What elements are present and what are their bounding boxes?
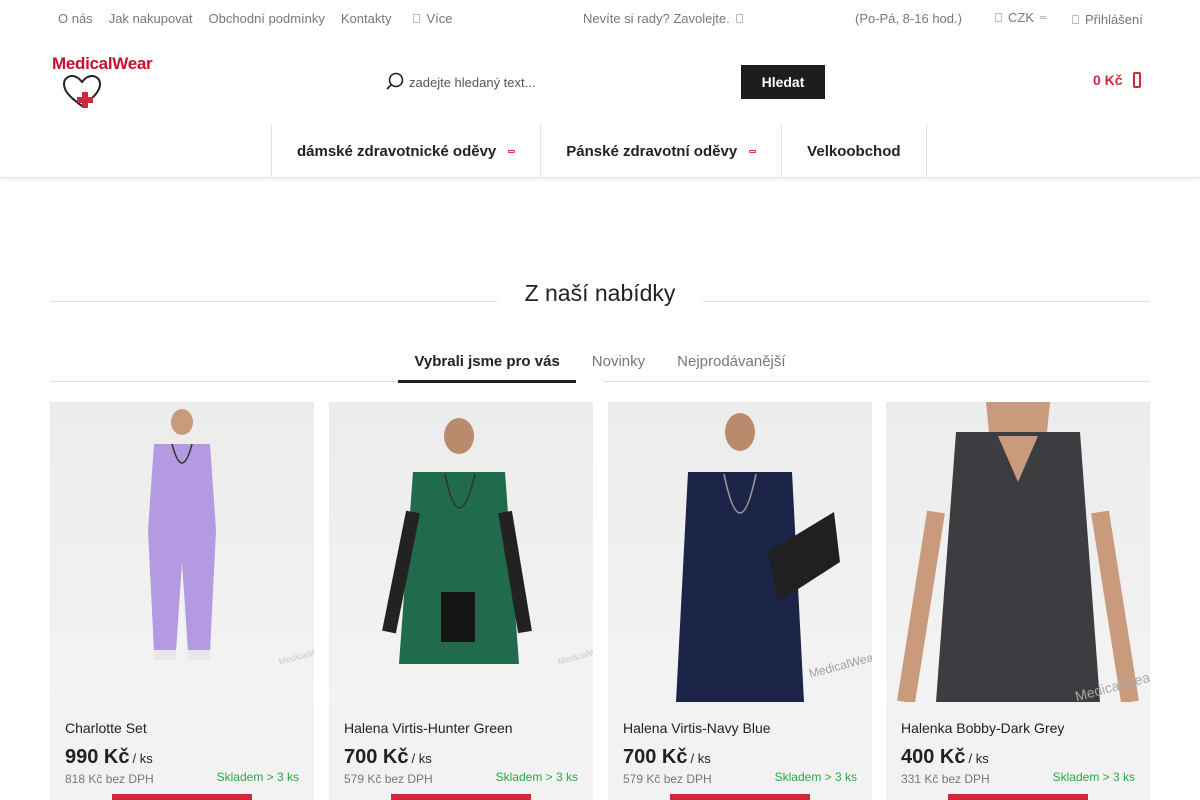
- product-name[interactable]: Halenka Bobby-Dark Grey: [901, 720, 1064, 736]
- chevron-down-icon: [749, 149, 757, 153]
- currency-selector[interactable]: CZK: [995, 10, 1046, 25]
- product-photo: [676, 413, 840, 702]
- product-card[interactable]: MedicalWear Charlotte Set 990 Kč / ks 818…: [50, 402, 314, 800]
- top-link-contacts[interactable]: Kontakty: [341, 11, 392, 26]
- search-input[interactable]: [409, 65, 729, 99]
- price-value: 990 Kč: [65, 746, 130, 768]
- product-photo: [382, 418, 532, 664]
- product-photo: [148, 409, 216, 660]
- help-text: Nevíte si rady? Zavolejte.: [583, 11, 730, 26]
- price-unit: / ks: [690, 751, 711, 766]
- chevron-down-icon: [1040, 16, 1046, 19]
- user-icon: [1072, 15, 1079, 24]
- logo-text: MedicalWear: [52, 54, 153, 73]
- stock-status: Skladem > 3 ks: [216, 770, 299, 784]
- cart-total: 0 Kč: [1093, 72, 1123, 88]
- nav-item-mens[interactable]: Pánské zdravotní oděvy: [541, 124, 783, 178]
- product-name[interactable]: Halena Virtis-Hunter Green: [344, 720, 513, 736]
- product-name[interactable]: Halena Virtis-Navy Blue: [623, 720, 771, 736]
- section-title: Z naší nabídky: [524, 280, 676, 306]
- tab-new[interactable]: Novinky: [576, 353, 661, 383]
- add-to-cart-button[interactable]: [670, 794, 810, 800]
- add-to-cart-button[interactable]: [391, 794, 531, 800]
- price-value: 700 Kč: [623, 746, 688, 768]
- search-button[interactable]: Hledat: [741, 65, 825, 99]
- cart-button[interactable]: 0 Kč: [1093, 72, 1141, 88]
- login-link[interactable]: Přihlášení: [1072, 12, 1143, 27]
- price-value: 400 Kč: [901, 746, 966, 768]
- currency-label: CZK: [1008, 10, 1034, 25]
- top-bar: O nás Jak nakupovat Obchodní podmínky Ko…: [0, 0, 1200, 38]
- price-unit: / ks: [411, 751, 432, 766]
- more-icon: [413, 14, 421, 23]
- price-value: 700 Kč: [344, 746, 409, 768]
- price-without-vat: 331 Kč bez DPH: [901, 772, 990, 786]
- product-grid: MedicalWear Charlotte Set 990 Kč / ks 818…: [50, 402, 1150, 800]
- heart-cross-icon: [62, 74, 102, 108]
- nav-item-womens[interactable]: dámské zdravotnické oděvy: [272, 124, 542, 178]
- more-menu[interactable]: Více: [413, 11, 453, 26]
- add-to-cart-button[interactable]: [112, 794, 252, 800]
- main-navigation: dámské zdravotnické oděvy Pánské zdravot…: [0, 124, 1200, 178]
- more-label: Více: [426, 11, 453, 26]
- price-unit: / ks: [968, 751, 989, 766]
- stock-status: Skladem > 3 ks: [495, 770, 578, 784]
- currency-icon: [995, 13, 1002, 22]
- tab-recommended[interactable]: Vybrali jsme pro vás: [398, 353, 576, 383]
- product-image[interactable]: MedicalWear: [329, 402, 593, 702]
- top-link-terms[interactable]: Obchodní podmínky: [209, 11, 325, 26]
- product-name[interactable]: Charlotte Set: [65, 720, 147, 736]
- nav-item-label: dámské zdravotnické oděvy: [297, 142, 497, 160]
- chevron-down-icon: [508, 149, 516, 153]
- product-image[interactable]: MedicalWear: [886, 402, 1150, 704]
- nav-item-label: Pánské zdravotní oděvy: [566, 142, 738, 160]
- product-price: 700 Kč / ks: [344, 746, 432, 769]
- stock-status: Skladem > 3 ks: [1052, 770, 1135, 784]
- product-image[interactable]: MedicalWear: [50, 402, 314, 702]
- product-price: 700 Kč / ks: [623, 746, 711, 769]
- top-link-how-to-buy[interactable]: Jak nakupovat: [109, 11, 193, 26]
- product-image[interactable]: MedicalWear: [608, 402, 872, 702]
- search-bar: Hledat: [385, 65, 825, 99]
- product-card[interactable]: MedicalWear Halena Virtis-Hunter Green 7…: [329, 402, 593, 800]
- product-price: 990 Kč / ks: [65, 746, 153, 769]
- help-line[interactable]: Nevíte si rady? Zavolejte.: [583, 11, 743, 26]
- product-price: 400 Kč / ks: [901, 746, 989, 769]
- opening-hours: (Po-Pá, 8-16 hod.): [855, 11, 962, 26]
- stock-status: Skladem > 3 ks: [774, 770, 857, 784]
- price-without-vat: 579 Kč bez DPH: [344, 772, 433, 786]
- tab-bestsellers[interactable]: Nejprodávanější: [661, 353, 801, 383]
- phone-icon: [735, 14, 743, 23]
- search-icon: [386, 72, 404, 90]
- login-label: Přihlášení: [1085, 12, 1143, 27]
- site-logo[interactable]: MedicalWear: [52, 54, 162, 110]
- top-link-about[interactable]: O nás: [58, 11, 93, 26]
- price-without-vat: 818 Kč bez DPH: [65, 772, 154, 786]
- nav-item-wholesale[interactable]: Velkoobchod: [782, 124, 927, 178]
- price-unit: / ks: [132, 751, 153, 766]
- product-card[interactable]: MedicalWear Halenka Bobby-Dark Grey 400 …: [886, 402, 1150, 800]
- product-card[interactable]: MedicalWear Halena Virtis-Navy Blue 700 …: [608, 402, 872, 800]
- price-without-vat: 579 Kč bez DPH: [623, 772, 712, 786]
- product-photo: [897, 402, 1139, 704]
- shopping-bag-icon: [1132, 72, 1141, 88]
- nav-item-label: Velkoobchod: [807, 142, 901, 160]
- add-to-cart-button[interactable]: [948, 794, 1088, 800]
- product-tabs: Vybrali jsme pro vás Novinky Nejprodávan…: [0, 353, 1200, 383]
- top-links: O nás Jak nakupovat Obchodní podmínky Ko…: [58, 11, 453, 26]
